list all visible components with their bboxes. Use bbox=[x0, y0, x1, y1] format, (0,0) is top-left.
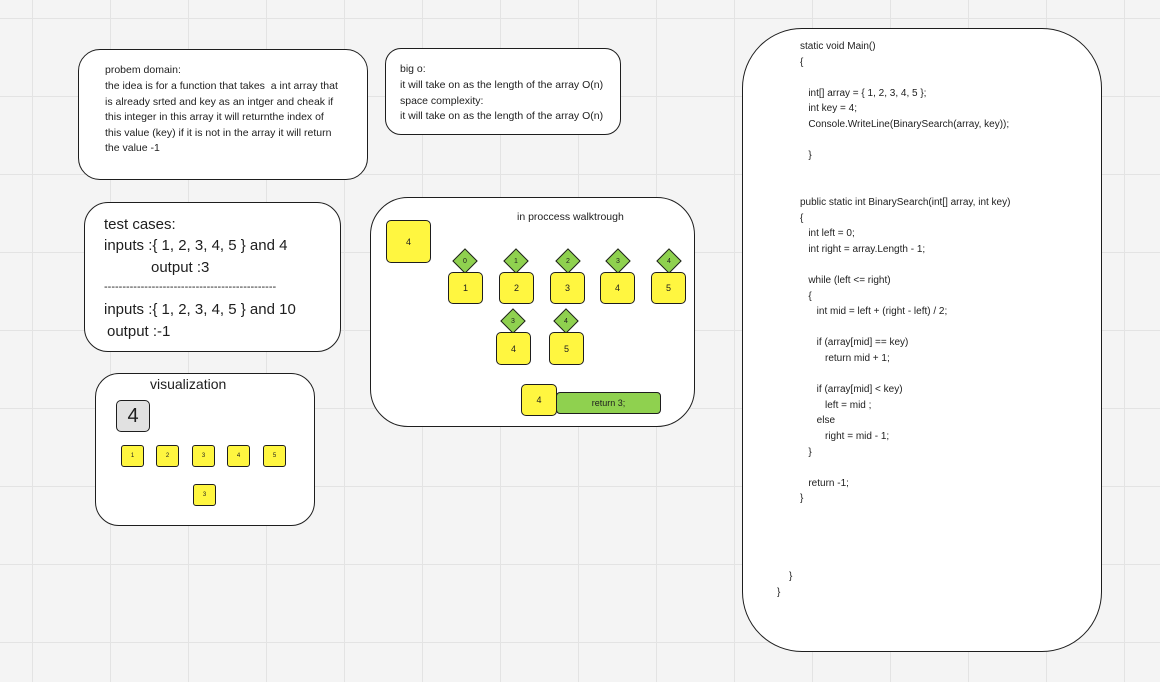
code-line: int left = 0; bbox=[800, 228, 855, 239]
visualization-item: 2 bbox=[156, 445, 179, 467]
test-input-1: inputs :{ 1, 2, 3, 4, 5 } and 4 bbox=[104, 237, 288, 254]
code-line: { bbox=[800, 57, 804, 68]
code-line: Console.WriteLine(BinarySearch(array, ke… bbox=[800, 119, 1010, 130]
code-line: } bbox=[800, 493, 804, 504]
index-diamond: 4 bbox=[660, 252, 678, 270]
visualization-key-box: 4 bbox=[116, 400, 150, 432]
problem-line: this integer in this array it will retur… bbox=[105, 111, 324, 123]
array-value-box: 1 bbox=[448, 272, 483, 304]
bigo-line: it will take on as the length of the arr… bbox=[400, 79, 604, 91]
code-line: public static int BinarySearch(int[] arr… bbox=[800, 197, 1011, 208]
code-line: else bbox=[800, 415, 836, 426]
visualization-card: visualization 4 1 2 3 4 5 3 bbox=[95, 373, 315, 526]
array-value-box: 2 bbox=[499, 272, 534, 304]
index-diamond: 2 bbox=[559, 252, 577, 270]
problem-domain-card: probem domain: the idea is for a functio… bbox=[78, 49, 368, 180]
code-line: int key = 4; bbox=[800, 103, 857, 114]
code-line: return -1; bbox=[800, 478, 849, 489]
problem-line: this value (key) if it is not in the arr… bbox=[105, 127, 332, 139]
code-line: int right = array.Length - 1; bbox=[800, 244, 926, 255]
test-output-2: output :-1 bbox=[107, 323, 171, 340]
code-line: right = mid - 1; bbox=[800, 431, 890, 442]
code-line: { bbox=[800, 291, 812, 302]
test-input-2: inputs :{ 1, 2, 3, 4, 5 } and 10 bbox=[104, 301, 296, 318]
test-cases-card: test cases: inputs :{ 1, 2, 3, 4, 5 } an… bbox=[84, 202, 341, 352]
test-output-1: output :3 bbox=[151, 259, 210, 276]
code-line: if (array[mid] == key) bbox=[800, 337, 909, 348]
index-diamond: 3 bbox=[609, 252, 627, 270]
code-line: } bbox=[800, 447, 812, 458]
code-line: static void Main() bbox=[800, 41, 876, 52]
sub-array-value-box: 4 bbox=[496, 332, 531, 365]
sub-index-diamond: 4 bbox=[557, 312, 575, 330]
array-value-box: 5 bbox=[651, 272, 686, 304]
code-card: static void Main() { int[] array = { 1, … bbox=[742, 28, 1102, 652]
problem-line: the value -1 bbox=[105, 142, 160, 154]
code-close-inner: } bbox=[789, 571, 793, 582]
walkthrough-card: in proccess walktrough 4 0 1 2 3 4 1 2 3… bbox=[370, 197, 695, 427]
code-line: if (array[mid] < key) bbox=[800, 384, 903, 395]
bigo-line: big o: bbox=[400, 63, 426, 75]
final-key-box: 4 bbox=[521, 384, 557, 416]
visualization-item: 4 bbox=[227, 445, 250, 467]
return-label: return 3; bbox=[556, 392, 661, 414]
index-diamond: 1 bbox=[507, 252, 525, 270]
test-cases-title: test cases: bbox=[104, 216, 176, 233]
array-value-box: 4 bbox=[600, 272, 635, 304]
test-divider: ----------------------------------------… bbox=[104, 281, 277, 293]
code-line: { bbox=[800, 213, 804, 224]
visualization-item: 1 bbox=[121, 445, 144, 467]
problem-line: is already srted and key as an intger an… bbox=[105, 96, 334, 108]
problem-line: probem domain: bbox=[105, 64, 181, 76]
code-line: return mid + 1; bbox=[800, 353, 890, 364]
bigo-line: it will take on as the length of the arr… bbox=[400, 110, 604, 122]
visualization-title: visualization bbox=[150, 376, 227, 392]
index-diamond: 0 bbox=[456, 252, 474, 270]
visualization-item: 3 bbox=[192, 445, 215, 467]
code-line: int mid = left + (right - left) / 2; bbox=[800, 306, 948, 317]
bigo-line: space complexity: bbox=[400, 95, 484, 107]
walkthrough-title: in proccess walktrough bbox=[517, 211, 624, 223]
visualization-item: 5 bbox=[263, 445, 286, 467]
code-line: while (left <= right) bbox=[800, 275, 891, 286]
code-line: int[] array = { 1, 2, 3, 4, 5 }; bbox=[800, 88, 927, 99]
problem-line: the idea is for a function that takes a … bbox=[105, 80, 338, 92]
array-value-box: 3 bbox=[550, 272, 585, 304]
code-line: } bbox=[800, 150, 812, 161]
sub-array-value-box: 5 bbox=[549, 332, 584, 365]
code-line: left = mid ; bbox=[800, 400, 872, 411]
walkthrough-key-box: 4 bbox=[386, 220, 431, 263]
code-close-outer: } bbox=[777, 587, 781, 598]
visualization-result: 3 bbox=[193, 484, 216, 506]
sub-index-diamond: 3 bbox=[504, 312, 522, 330]
big-o-card: big o: it will take on as the length of … bbox=[385, 48, 621, 135]
